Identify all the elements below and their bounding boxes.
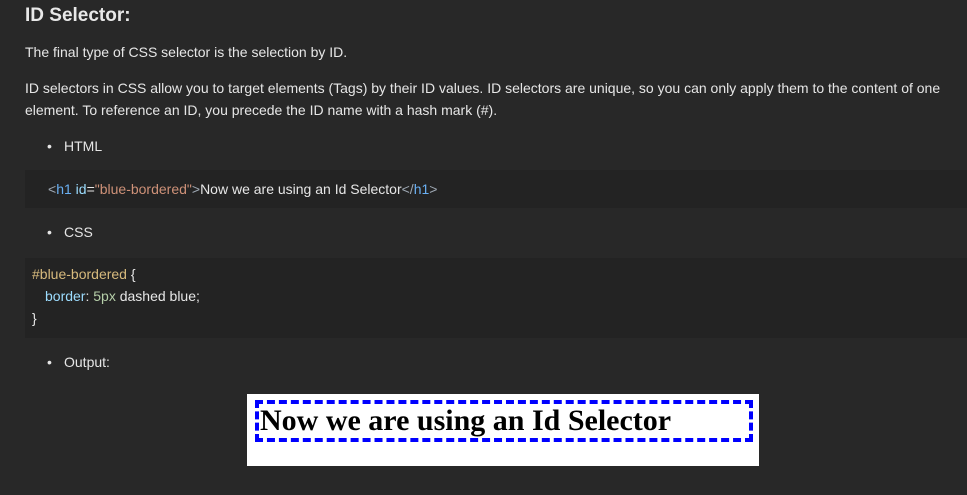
intro-paragraph: The final type of CSS selector is the se… [25, 44, 348, 60]
code-punct: </ [401, 181, 414, 197]
css-code-line: border: 5px dashed blue; [45, 285, 200, 307]
bullet-dot-icon: • [47, 224, 52, 240]
output-heading: Now we are using an Id Selector [255, 400, 753, 442]
code-attr-name: id [75, 181, 87, 197]
bullet-label: HTML [64, 138, 103, 154]
section-heading: ID Selector: [25, 5, 131, 26]
css-selector: #blue-bordered [32, 266, 127, 282]
code-tag-name: h1 [56, 181, 72, 197]
bullet-dot-icon: • [47, 354, 52, 370]
code-tag-name: h1 [413, 181, 430, 197]
bullet-css: • CSS [47, 221, 93, 243]
output-preview: Now we are using an Id Selector [247, 394, 759, 466]
code-punct: > [429, 181, 438, 197]
css-brace: } [32, 310, 37, 326]
bullet-dot-icon: • [47, 138, 52, 154]
code-punct: < [48, 181, 57, 197]
css-property: border [45, 288, 86, 304]
code-punct: > [191, 181, 201, 197]
css-code-line: #blue-bordered { [32, 263, 136, 285]
code-eq: = [86, 181, 95, 197]
css-code-line: } [32, 307, 37, 329]
html-code-line: <h1 id="blue-bordered">Now we are using … [48, 178, 437, 200]
html-code-block: <h1 id="blue-bordered">Now we are using … [25, 170, 967, 208]
bullet-label: CSS [64, 224, 93, 240]
bullet-label: Output: [64, 354, 110, 370]
description-paragraph: ID selectors in CSS allow you to target … [25, 80, 941, 118]
css-number: 5px [93, 288, 116, 304]
bullet-output: • Output: [47, 351, 110, 373]
css-value: dashed blue; [115, 288, 200, 304]
code-attr-value: "blue-bordered" [94, 181, 192, 197]
code-text: Now we are using an Id Selector [200, 181, 402, 197]
bullet-html: • HTML [47, 135, 102, 157]
css-code-block: #blue-bordered { border: 5px dashed blue… [25, 258, 967, 338]
css-brace: { [126, 266, 136, 282]
